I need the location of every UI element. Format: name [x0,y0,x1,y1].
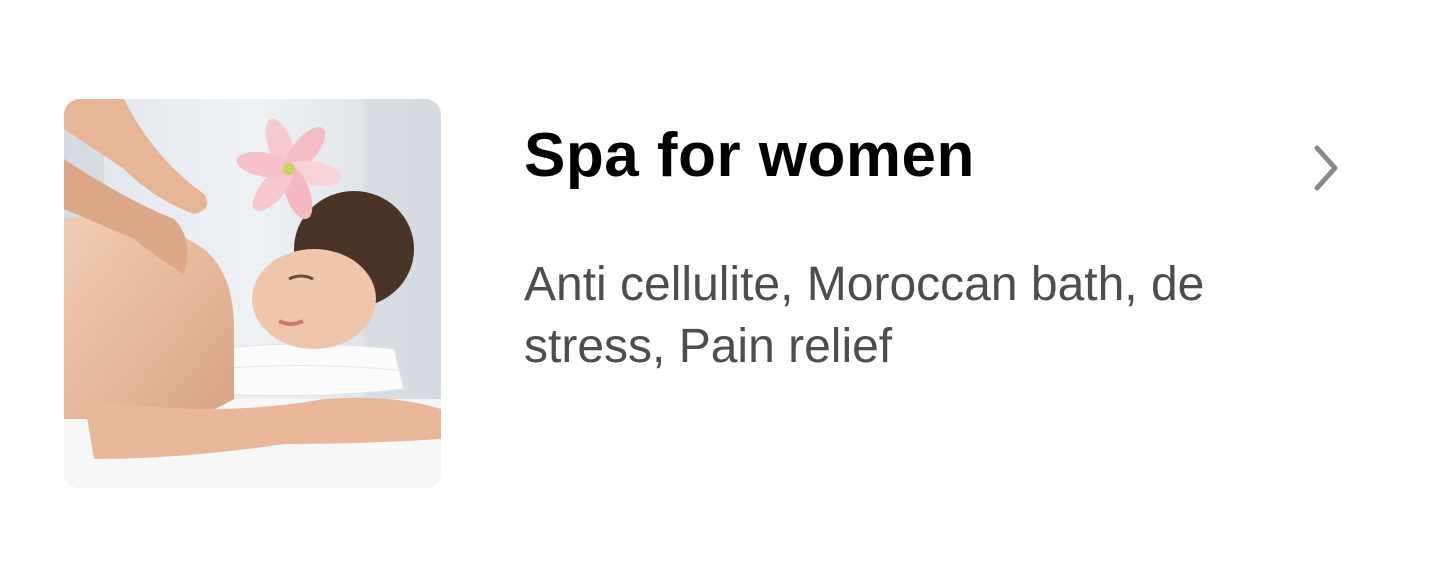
service-title: Spa for women [524,121,975,190]
service-description: Anti cellulite, Moroccan bath, de stress… [524,258,1205,373]
spa-service-card[interactable]: Spa for women Anti cellulite, Moroccan b… [0,0,1440,577]
chevron-right-icon[interactable] [1306,142,1346,194]
spa-massage-image [64,99,441,488]
